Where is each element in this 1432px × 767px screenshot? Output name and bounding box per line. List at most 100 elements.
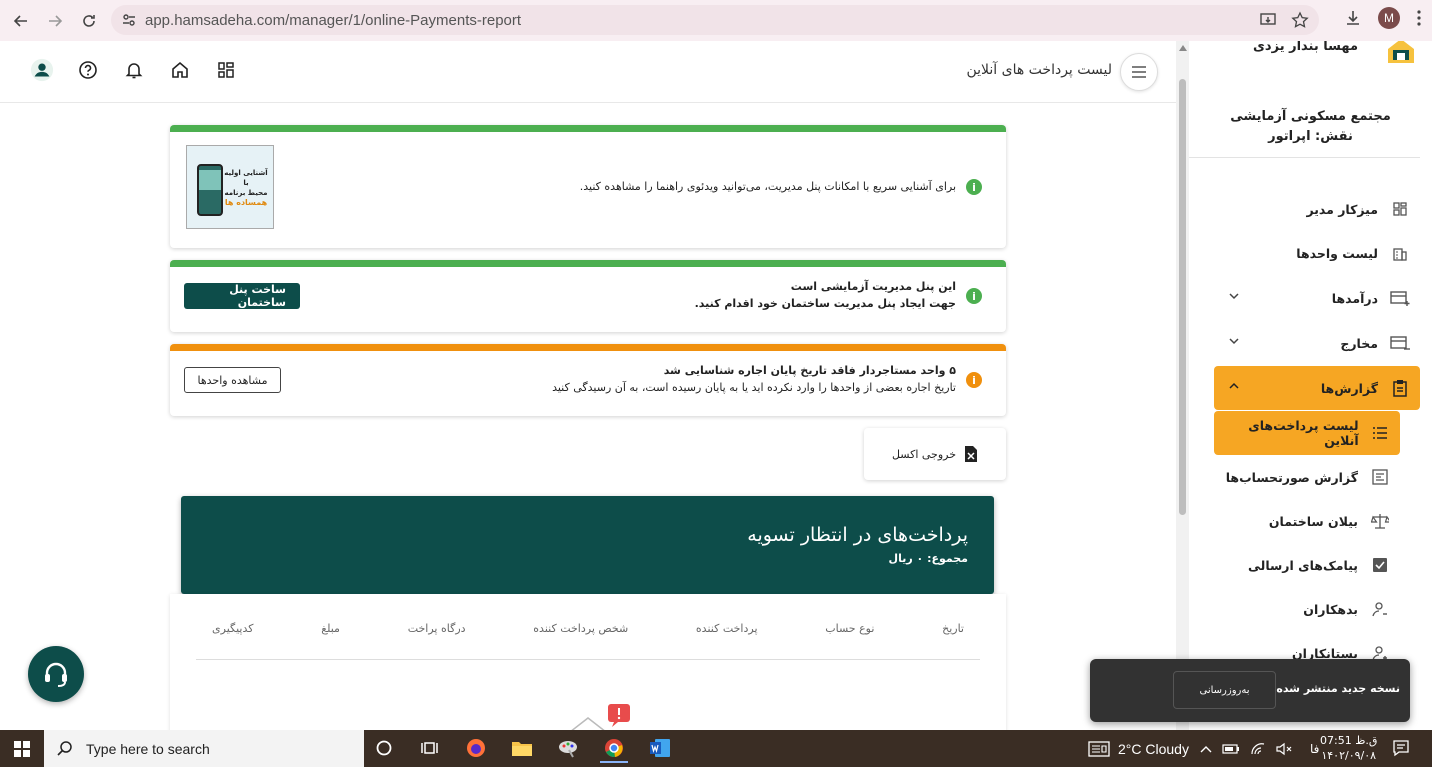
task-view-icon[interactable] <box>416 735 444 763</box>
sidebar-item-label: میزکار مدیر <box>1306 201 1378 217</box>
col-payer-person[interactable]: شخص پرداخت کننده <box>533 618 628 659</box>
reload-icon[interactable] <box>72 4 106 38</box>
sidebar-item-expenses[interactable]: مخارج <box>1214 321 1420 365</box>
taskbar-search[interactable]: Type here to search <box>44 730 364 767</box>
volume-muted-icon[interactable] <box>1276 742 1292 756</box>
browser-toolbar: app.hamsadeha.com/manager/1/online-Payme… <box>0 0 1432 41</box>
user-name: مهسا بندار یزدی <box>1253 41 1358 54</box>
sidebar-item-dashboard[interactable]: میزکار مدیر <box>1214 187 1420 231</box>
url-text[interactable]: app.hamsadeha.com/manager/1/online-Payme… <box>145 12 521 29</box>
sidebar-subitem-building-balance[interactable]: بیلان ساختمان <box>1214 499 1400 543</box>
support-headset-button[interactable] <box>28 646 84 702</box>
col-date[interactable]: تاریخ <box>942 618 964 659</box>
lease-text: تاریخ اجاره بعضی از واحدها را وارد نکرده… <box>552 381 956 394</box>
input-language[interactable]: فا <box>1310 742 1319 756</box>
address-bar[interactable]: app.hamsadeha.com/manager/1/online-Payme… <box>111 5 1319 35</box>
system-tray: فا <box>1200 730 1319 767</box>
col-account-type[interactable]: نوع حساب <box>825 618 874 659</box>
sidebar-item-label: درآمدها <box>1331 290 1378 306</box>
help-icon[interactable] <box>76 58 100 82</box>
scrollbar-thumb[interactable] <box>1179 79 1186 515</box>
col-tracking-code[interactable]: کدپیگیری <box>212 618 253 659</box>
dashboard-icon <box>1390 199 1410 219</box>
clock-time: ق.ظ 07:51 <box>1320 734 1378 747</box>
weather-text: 2°C Cloudy <box>1118 740 1189 757</box>
file-explorer-icon[interactable] <box>508 735 536 763</box>
wifi-icon[interactable] <box>1250 742 1266 756</box>
excel-export-button[interactable]: خروجی اکسل <box>864 428 1006 480</box>
search-icon <box>56 740 74 758</box>
windows-taskbar: Type here to search 2°C Cloudy فا ق.ظ 07… <box>0 730 1432 767</box>
col-payer[interactable]: پرداخت کننده <box>696 618 758 659</box>
sidebar: مهسا بندار یزدی مجتمع مسکونی آزمایشی نقش… <box>1189 41 1432 730</box>
lease-warning-card: i ۵ واحد مستاجردار فاقد تاریخ پایان اجار… <box>170 344 1006 416</box>
demo-panel-card: i این پنل مدیریت آزمایشی است جهت ایجاد پ… <box>170 260 1006 332</box>
sidebar-item-label: لیست واحدها <box>1296 245 1378 261</box>
chrome-icon[interactable] <box>600 735 628 763</box>
sidebar-subitem-label: پیامک‌های ارسالی <box>1247 557 1358 573</box>
word-icon[interactable] <box>646 735 674 763</box>
download-icon[interactable] <box>1344 9 1362 27</box>
sidebar-item-reports[interactable]: گزارش‌ها <box>1214 366 1420 410</box>
update-toast: نسخه جدید منتشر شده است. بەروزرسانی <box>1090 659 1410 722</box>
intro-card: i برای آشنایی سریع با امکانات پنل مدیریت… <box>170 125 1006 248</box>
tutorial-video-thumbnail[interactable]: آشنایی اولیه با محیط برنامه همساده ها <box>186 145 274 229</box>
sidebar-item-label: گزارش‌ها <box>1320 380 1378 396</box>
complex-info: مجتمع مسکونی آزمایشی نقش: اپراتور <box>1189 107 1432 147</box>
pending-title: پرداخت‌های در انتظار تسویه <box>747 524 968 546</box>
dashboard-icon[interactable] <box>214 58 238 82</box>
create-building-panel-button[interactable]: ساخت پنل ساختمان <box>184 283 300 309</box>
firefox-icon[interactable] <box>462 735 490 763</box>
sidebar-subitem-debtors[interactable]: بدهکاران <box>1214 587 1400 631</box>
lease-title: ۵ واحد مستاجردار فاقد تاریخ پایان اجاره … <box>663 364 956 377</box>
sidebar-subitem-invoices[interactable]: گزارش صورتحساب‌ها <box>1214 455 1400 499</box>
tray-chevron-icon[interactable] <box>1200 744 1212 754</box>
table-header: تاریخ نوع حساب پرداخت کننده شخص پرداخت ک… <box>196 618 980 660</box>
profile-avatar[interactable]: M <box>1378 7 1400 29</box>
install-app-icon[interactable] <box>1259 11 1277 29</box>
notification-center-icon[interactable] <box>1392 739 1410 757</box>
site-info-icon[interactable] <box>121 12 137 28</box>
excel-export-label: خروجی اکسل <box>891 447 957 461</box>
bookmark-star-icon[interactable] <box>1291 11 1309 29</box>
clipboard-icon <box>1390 378 1410 398</box>
update-button[interactable]: بەروزرسانی <box>1173 671 1276 709</box>
empty-state-icon <box>568 704 632 730</box>
debtor-icon <box>1370 599 1390 619</box>
weather-widget[interactable]: 2°C Cloudy <box>1088 730 1189 767</box>
thumb-brand: همساده ها <box>224 198 268 207</box>
windows-start-icon[interactable] <box>0 730 44 767</box>
sidebar-item-units[interactable]: لیست واحدها <box>1214 231 1420 275</box>
col-amount[interactable]: مبلغ <box>321 618 340 659</box>
forward-icon[interactable] <box>38 4 72 38</box>
back-icon[interactable] <box>4 4 38 38</box>
pending-settlement-panel: پرداخت‌های در انتظار تسویه مجموع: ۰ ریال <box>181 496 994 594</box>
app-header: لیست پرداخت های آنلاین <box>0 41 1176 103</box>
sidebar-subitem-sent-sms[interactable]: پیامک‌های ارسالی <box>1214 543 1400 587</box>
sidebar-subitem-online-payments[interactable]: لیست پرداخت‌های آنلاین <box>1214 411 1400 455</box>
sidebar-subitem-label: گزارش صورتحساب‌ها <box>1225 469 1358 485</box>
page-scrollbar[interactable] <box>1176 41 1189 730</box>
chevron-up-icon <box>1228 380 1240 392</box>
clock-date: ۱۴۰۲/۰۹/۰۸ <box>1321 749 1377 762</box>
thumb-line2: محیط برنامه <box>224 189 268 197</box>
main-content: i برای آشنایی سریع با امکانات پنل مدیریت… <box>0 104 1176 730</box>
user-avatar-icon[interactable] <box>30 58 54 82</box>
search-placeholder: Type here to search <box>86 740 210 757</box>
task-view-circle-icon[interactable] <box>370 735 398 763</box>
notification-bell-icon[interactable] <box>122 58 146 82</box>
thumb-line1: آشنایی اولیه با <box>224 169 268 187</box>
excel-file-icon <box>964 445 978 463</box>
paint-app-icon[interactable] <box>554 735 582 763</box>
menu-toggle-button[interactable] <box>1120 53 1158 91</box>
home-icon[interactable] <box>168 58 192 82</box>
col-gateway[interactable]: درگاه پراخت <box>408 618 466 659</box>
taskbar-clock[interactable]: ق.ظ 07:51 ۱۴۰۲/۰۹/۰۸ <box>1320 733 1377 763</box>
info-icon: i <box>966 179 982 195</box>
sidebar-item-incomes[interactable]: درآمدها <box>1214 276 1420 320</box>
intro-text: برای آشنایی سریع با امکانات پنل مدیریت، … <box>579 180 956 193</box>
battery-icon[interactable] <box>1222 743 1240 755</box>
more-menu-icon[interactable] <box>1416 9 1422 27</box>
page-title: لیست پرداخت های آنلاین <box>966 62 1112 78</box>
view-units-button[interactable]: مشاهده واحدها <box>184 367 281 393</box>
